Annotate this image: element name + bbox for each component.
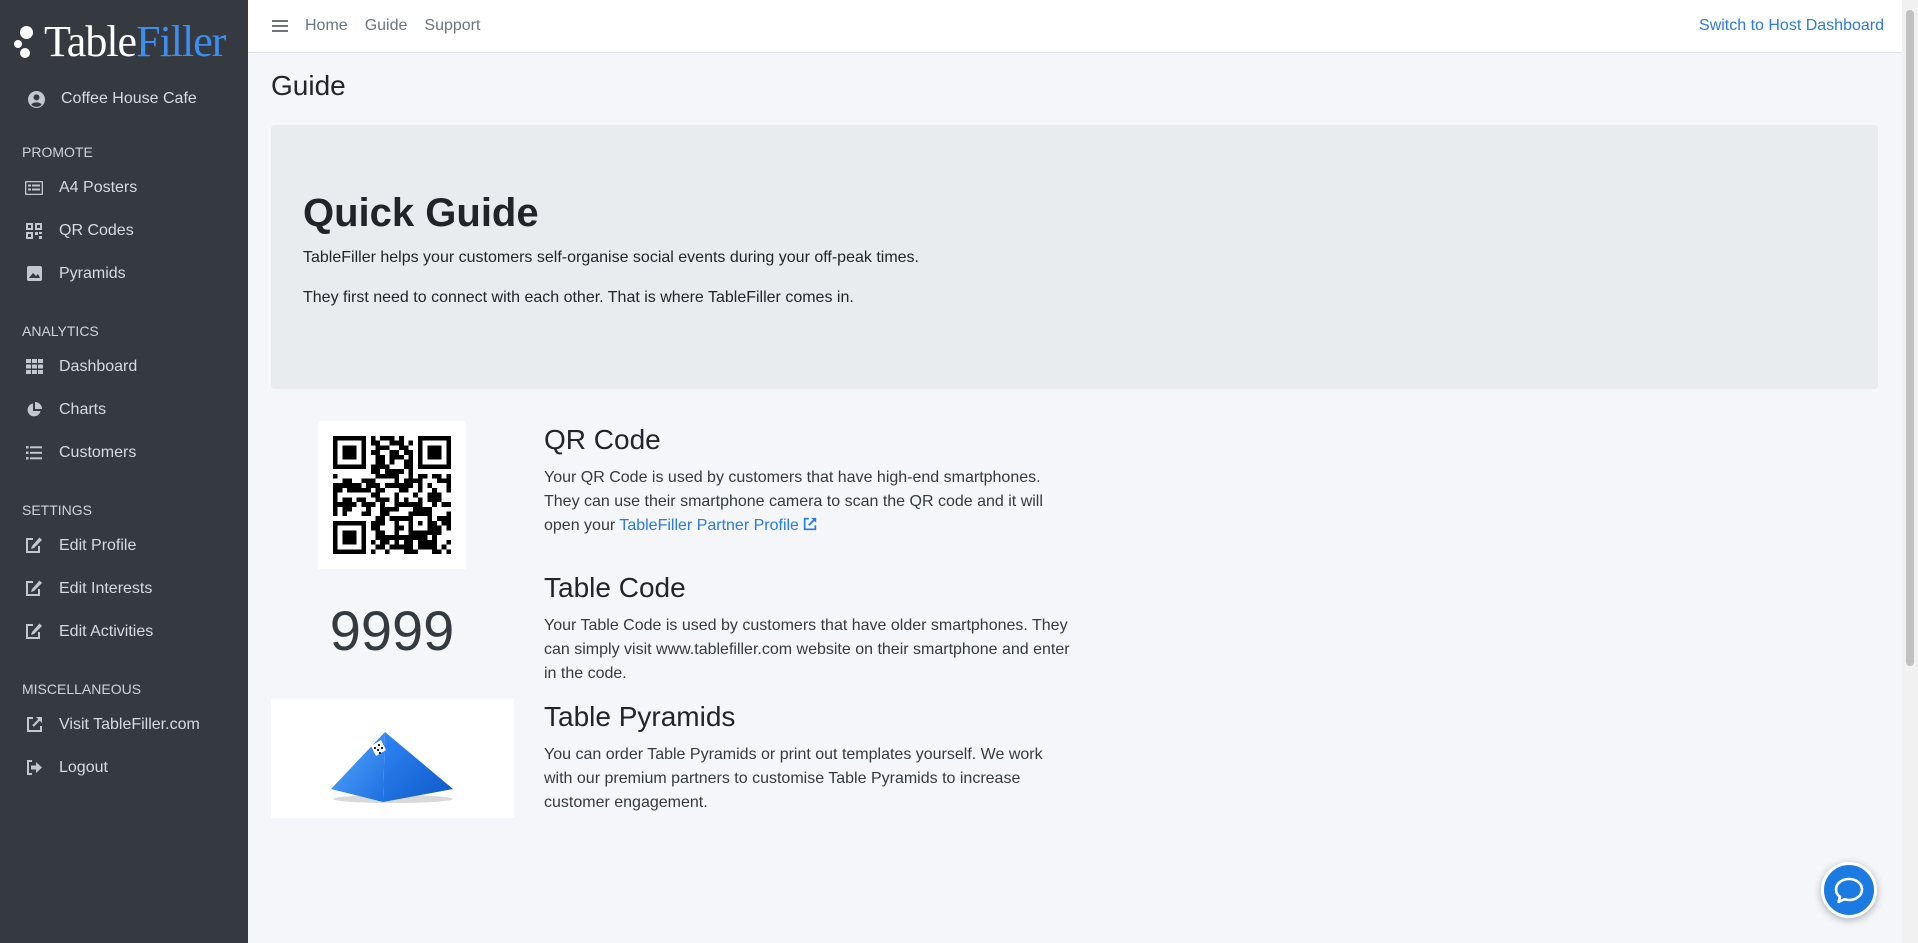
scrollbar-thumb[interactable] bbox=[1906, 10, 1914, 666]
sidebar-item-visit-tablefiller[interactable]: Visit TableFiller.com bbox=[0, 703, 248, 746]
edit-icon bbox=[24, 579, 44, 599]
sidebar-item-label: Edit Activities bbox=[59, 622, 154, 640]
page-scrollbar[interactable] bbox=[1902, 0, 1918, 943]
list-icon bbox=[24, 443, 44, 463]
quick-guide-jumbotron: Quick Guide TableFiller helps your custo… bbox=[271, 125, 1878, 389]
table-pyramids-description: You can order Table Pyramids or print ou… bbox=[544, 746, 1043, 811]
qrcode-icon bbox=[24, 221, 44, 241]
table-pyramid-image bbox=[271, 699, 514, 818]
table-code-value: 9999 bbox=[329, 599, 455, 662]
edit-icon bbox=[24, 622, 44, 642]
sidebar-item-label: Charts bbox=[59, 400, 107, 418]
brand-logo[interactable]: TableFiller bbox=[0, 0, 248, 82]
sidebar-item-dashboard[interactable]: Dashboard bbox=[0, 345, 248, 388]
logo-dots-icon bbox=[14, 21, 44, 61]
table-code-heading: Table Code bbox=[544, 572, 686, 603]
logout-icon bbox=[24, 758, 44, 778]
user-circle-icon bbox=[26, 89, 46, 109]
sidebar-item-label: A4 Posters bbox=[59, 178, 138, 196]
nav-header-miscellaneous: MISCELLANEOUS bbox=[22, 681, 142, 697]
nav-header-analytics: ANALYTICS bbox=[22, 323, 99, 339]
sidebar-item-qr-codes[interactable]: QR Codes bbox=[0, 209, 248, 252]
brand-name: TableFiller bbox=[44, 16, 226, 66]
sidebar-item-pyramids[interactable]: Pyramids bbox=[0, 252, 248, 295]
qr-code-heading: QR Code bbox=[544, 424, 661, 455]
sidebar: TableFiller Coffee House Cafe PROMOTE A4… bbox=[0, 0, 248, 943]
quick-guide-line-2: They first need to connect with each oth… bbox=[303, 289, 854, 306]
top-navbar: Home Guide Support Switch to Host Dashbo… bbox=[248, 0, 1902, 53]
page-title: Guide bbox=[271, 70, 346, 101]
sidebar-item-logout[interactable]: Logout bbox=[0, 746, 248, 789]
table-code-section: Table Code Your Table Code is used by cu… bbox=[544, 572, 1074, 686]
chat-bubble-icon bbox=[1834, 877, 1864, 904]
qr-code-image bbox=[318, 421, 466, 569]
quick-guide-heading: Quick Guide bbox=[303, 191, 539, 235]
sidebar-item-edit-profile[interactable]: Edit Profile bbox=[0, 524, 248, 567]
poster-icon bbox=[24, 178, 44, 198]
sidebar-item-label: Logout bbox=[59, 758, 108, 776]
sidebar-item-label: Customers bbox=[59, 443, 137, 461]
external-link-icon bbox=[24, 715, 44, 735]
edit-icon bbox=[24, 536, 44, 556]
switch-to-host-dashboard-link[interactable]: Switch to Host Dashboard bbox=[1699, 17, 1884, 35]
sidebar-item-customers[interactable]: Customers bbox=[0, 431, 248, 474]
partner-profile-link[interactable]: TableFiller Partner Profile bbox=[619, 517, 817, 534]
sidebar-item-label: Visit TableFiller.com bbox=[59, 715, 200, 733]
sidebar-item-label: Pyramids bbox=[59, 264, 126, 282]
sidebar-item-a4-posters[interactable]: A4 Posters bbox=[0, 166, 248, 209]
nav-header-promote: PROMOTE bbox=[22, 144, 93, 160]
nav-link-guide[interactable]: Guide bbox=[365, 17, 408, 35]
sidebar-item-charts[interactable]: Charts bbox=[0, 388, 248, 431]
nav-link-home[interactable]: Home bbox=[305, 17, 348, 35]
sidebar-item-edit-activities[interactable]: Edit Activities bbox=[0, 610, 248, 653]
table-pyramids-heading: Table Pyramids bbox=[544, 701, 736, 732]
external-link-icon bbox=[804, 517, 817, 531]
chat-button[interactable] bbox=[1821, 862, 1877, 918]
pie-chart-icon bbox=[24, 400, 44, 420]
image-icon bbox=[24, 264, 44, 284]
nav-link-support[interactable]: Support bbox=[424, 17, 480, 35]
sidebar-item-label: Dashboard bbox=[59, 357, 138, 375]
grid-icon bbox=[24, 357, 44, 377]
sidebar-item-label: Edit Profile bbox=[59, 536, 137, 554]
qr-code-section: QR Code Your QR Code is used by customer… bbox=[544, 424, 1074, 538]
sidebar-item-label: QR Codes bbox=[59, 221, 134, 239]
menu-toggle-icon[interactable] bbox=[272, 20, 288, 32]
user-name: Coffee House Cafe bbox=[61, 90, 197, 107]
table-pyramids-section: Table Pyramids You can order Table Pyram… bbox=[544, 701, 1074, 815]
qr-code-description: Your QR Code is used by customers that h… bbox=[544, 469, 1043, 534]
sidebar-item-edit-interests[interactable]: Edit Interests bbox=[0, 567, 248, 610]
quick-guide-line-1: TableFiller helps your customers self-or… bbox=[303, 249, 919, 266]
nav-header-settings: SETTINGS bbox=[22, 502, 93, 518]
user-profile-link[interactable]: Coffee House Cafe bbox=[0, 82, 248, 116]
table-code-description: Your Table Code is used by customers tha… bbox=[544, 617, 1070, 682]
sidebar-item-label: Edit Interests bbox=[59, 579, 153, 597]
